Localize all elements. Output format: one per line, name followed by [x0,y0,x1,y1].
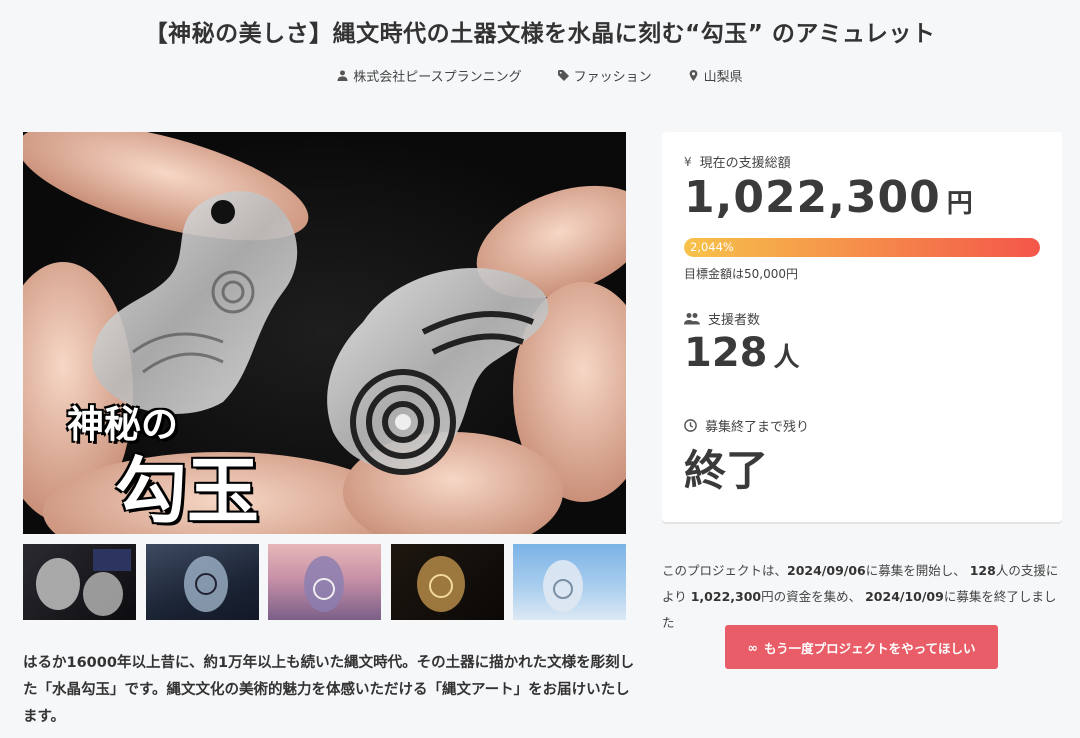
remaining-label: 募集終了まで残り [705,420,810,435]
map-pin-icon [689,70,698,81]
yen-icon: ¥ [684,154,692,169]
category-link[interactable]: ファッション [557,66,652,85]
thumbnail-image [304,556,344,612]
thumbnail-4[interactable] [390,544,504,620]
users-icon [684,313,700,325]
summary-supporters: 128 [969,563,996,578]
thumbnail-3[interactable] [268,544,381,620]
clock-icon [684,419,697,432]
thumbnail-5[interactable] [513,544,626,620]
request-again-label: もう一度プロジェクトをやってほしい [763,640,976,656]
remaining-value: 終了 [684,446,769,495]
thumbnail-image [416,556,465,612]
total-label-row: ¥ 現在の支援総額 [684,152,791,172]
location-name: 山梨県 [703,70,743,85]
project-meta: 株式会社ピースプランニング ファッション 山梨県 [0,66,1080,85]
progress-bar-fill [684,238,1040,257]
request-again-button[interactable]: ∞ もう一度プロジェクトをやってほしい [725,625,998,669]
project-title: 【神秘の美しさ】縄文時代の土器文様を水晶に刻む“勾玉” のアミュレット [144,21,936,47]
remaining-label-row: 募集終了まで残り [684,416,809,435]
supporters-unit: 人 [773,343,800,373]
start-date: 2024/09/06 [787,563,866,578]
summary-text: に募集を開始し、 [865,563,970,578]
magatama-photo [23,132,626,534]
thumbnail-image [183,556,228,612]
summary-text: このプロジェクトは、 [662,563,788,578]
currency-unit: 円 [946,189,974,219]
infinity-icon: ∞ [747,639,758,655]
total-label: 現在の支援総額 [699,156,791,171]
supporters-label: 支援者数 [708,313,761,328]
category-name: ファッション [573,70,652,85]
supporters-count: 128 [684,330,768,376]
total-amount: 1,022,300 [684,172,941,223]
supporters-label-row: 支援者数 [684,309,760,328]
thumbnail-image [543,560,583,612]
thumbnail-2[interactable] [145,544,259,620]
summary-text: 円の資金を集め、 [761,589,866,604]
total-amount-row: 1,022,300 円 [684,172,974,223]
location-link[interactable]: 山梨県 [688,66,743,85]
thumbnail-1[interactable] [23,544,136,620]
thumbnail-strip [23,544,626,620]
overlay-text-large: 勾玉 [115,448,260,533]
thumbnail-image [36,549,131,616]
end-date: 2024/10/09 [865,589,944,604]
summary-amount: 1,022,300 [690,589,762,604]
tag-icon [557,70,569,81]
progress-percent: 2,044% [690,240,734,254]
company-link[interactable]: 株式会社ピースプランニング [337,66,522,85]
user-icon [337,70,348,81]
main-project-image[interactable]: 神秘の 勾玉 [23,132,626,534]
project-description: はるか16000年以上昔に、約1万年以上も続いた縄文時代。その土器に描かれた文様… [23,655,635,725]
funding-stats-card: ¥ 現在の支援総額 1,022,300 円 2,044% 目標金額は50,000円… [662,132,1062,522]
supporters-row: 128 人 [684,330,800,376]
progress-bar: 2,044% [684,238,1040,257]
company-name: 株式会社ピースプランニング [353,70,522,85]
goal-amount: 目標金額は50,000円 [684,267,798,281]
